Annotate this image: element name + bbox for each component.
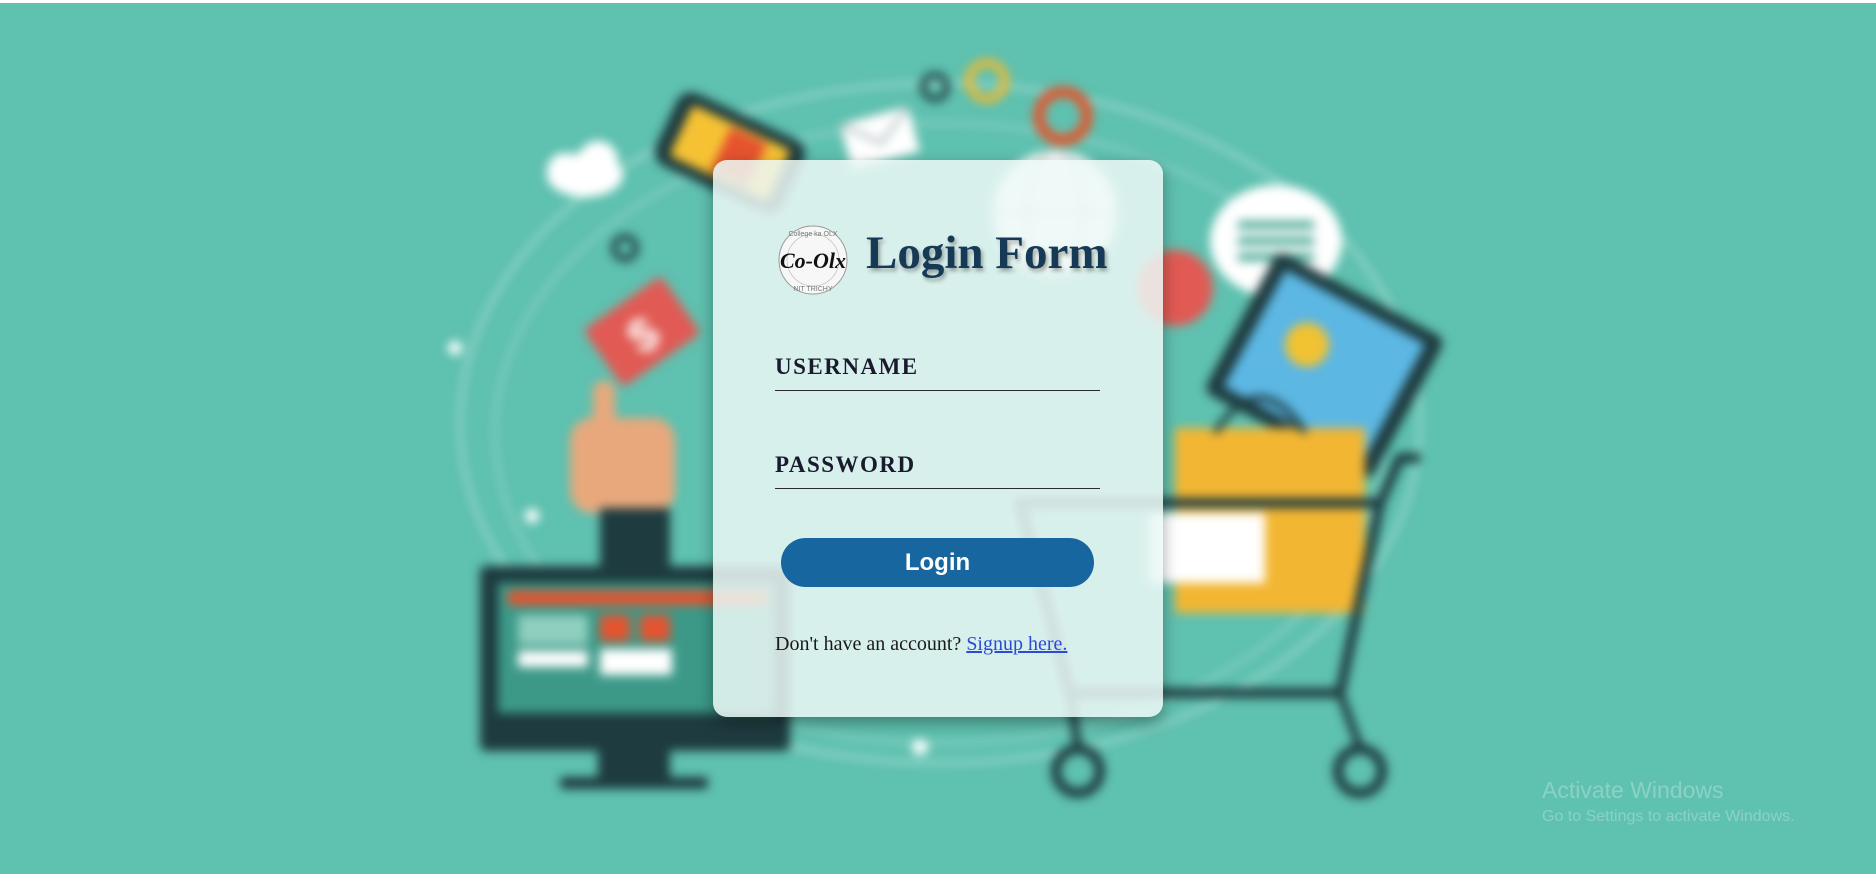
form-title: Login Form: [866, 227, 1108, 279]
login-card: College ka OLX NIT TRICHY Co-Olx Login F…: [713, 160, 1163, 717]
signup-row: Don't have an account? Signup here.: [775, 633, 1067, 656]
username-field[interactable]: USERNAME: [775, 354, 1104, 392]
watermark-title: Activate Windows: [1542, 777, 1724, 803]
svg-text:NIT TRICHY: NIT TRICHY: [793, 286, 832, 293]
page-background: $ College ka OLX NIT TRICHY Co-Olx Login…: [0, 3, 1876, 874]
password-field[interactable]: PASSWORD: [775, 452, 1104, 490]
username-input[interactable]: [775, 354, 1104, 392]
watermark-subtitle: Go to Settings to activate Windows.: [1542, 808, 1795, 825]
signup-prompt: Don't have an account?: [775, 633, 967, 655]
co-olx-logo: College ka OLX NIT TRICHY Co-Olx: [778, 225, 848, 295]
login-button[interactable]: Login: [781, 538, 1094, 587]
svg-text:Co-Olx: Co-Olx: [780, 248, 846, 273]
activate-windows-watermark: Activate Windows Go to Settings to activ…: [1542, 777, 1795, 826]
signup-link[interactable]: Signup here.: [966, 633, 1067, 655]
svg-text:College ka OLX: College ka OLX: [788, 231, 837, 238]
password-input[interactable]: [775, 452, 1104, 490]
